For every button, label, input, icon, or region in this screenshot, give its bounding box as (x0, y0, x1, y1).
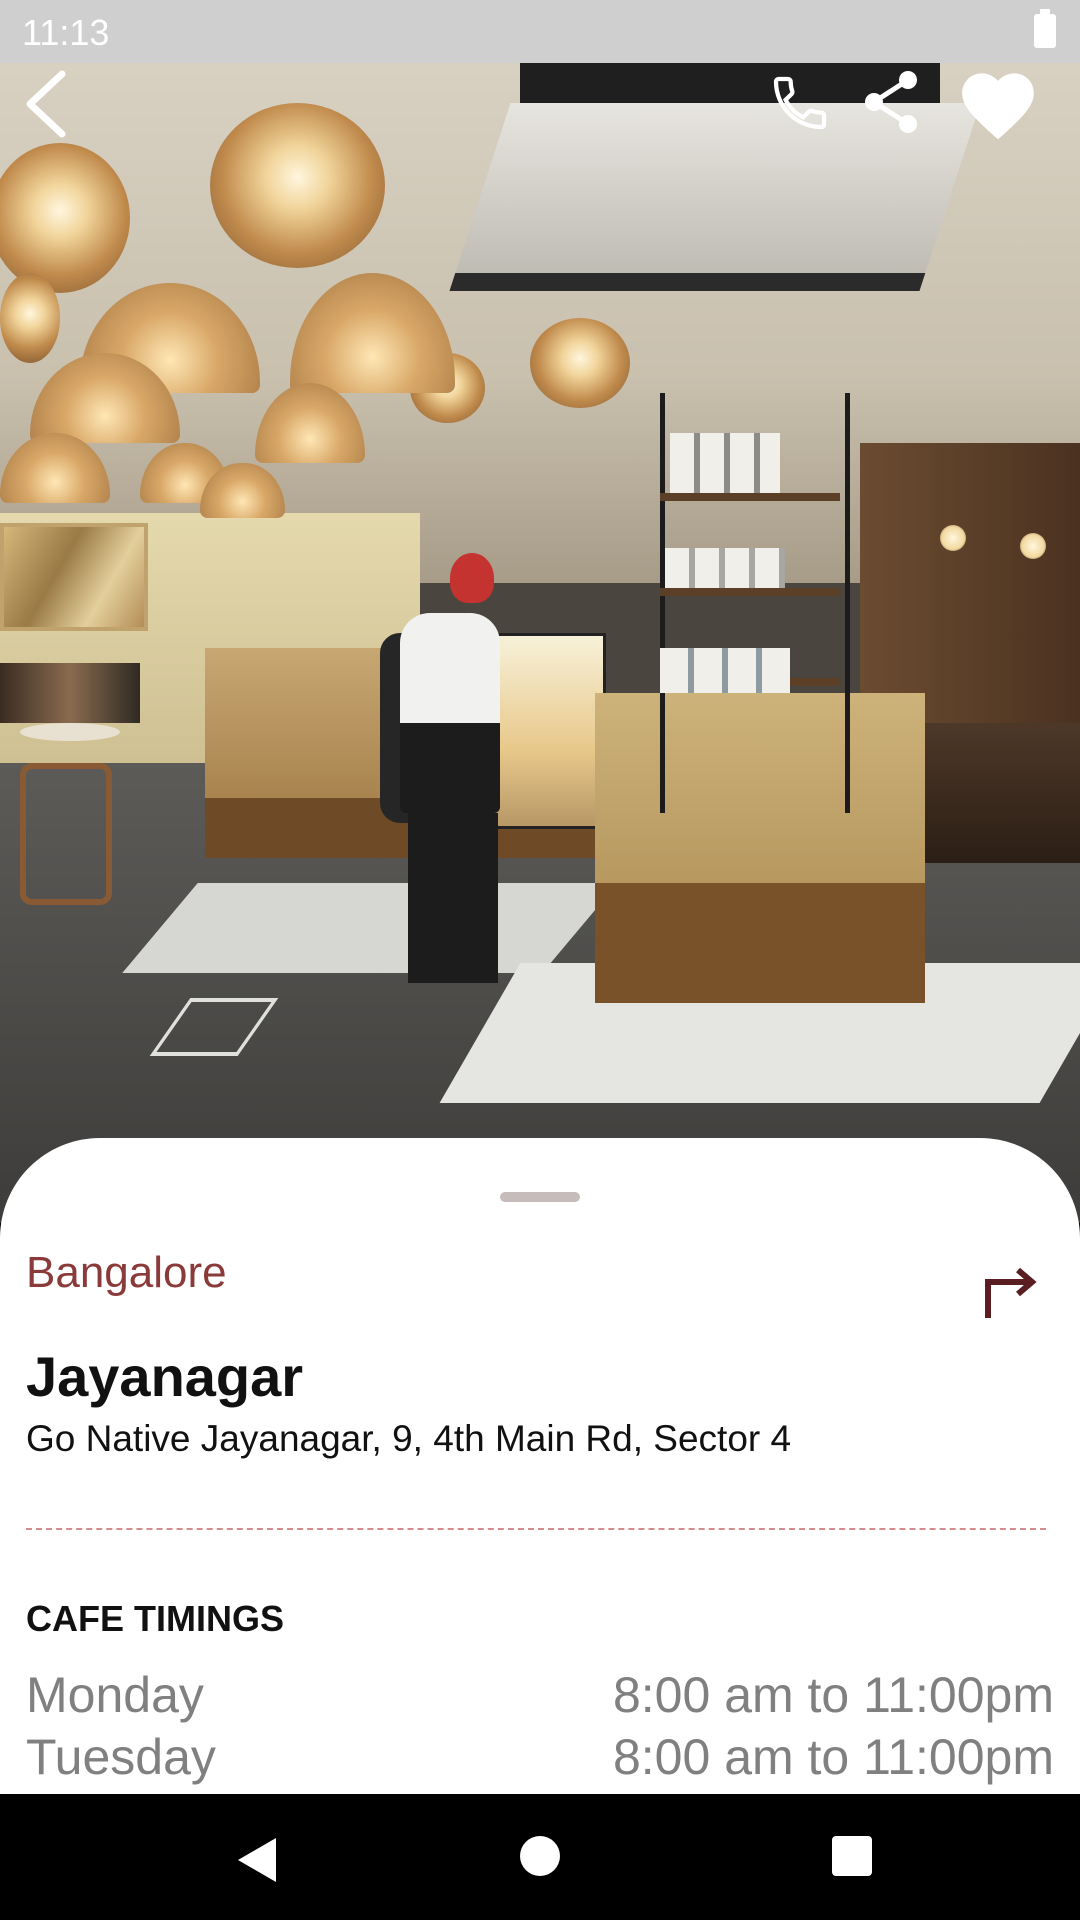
status-time: 11:13 (22, 12, 110, 53)
timing-hours: 8:00 am to 11:00pm (612, 1729, 1054, 1785)
status-bar: 11:13 (0, 0, 1080, 63)
share-button[interactable] (860, 66, 924, 138)
store-details-sheet: Bangalore Jayanagar Go Native Jayanagar,… (0, 1138, 1080, 1798)
divider (26, 1528, 1046, 1530)
call-button[interactable] (768, 68, 832, 138)
timing-row-monday: Monday 8:00 am to 11:00pm (26, 1666, 1054, 1723)
nav-home-icon[interactable] (520, 1836, 560, 1876)
heart-icon (962, 73, 1034, 140)
drag-handle[interactable] (500, 1192, 580, 1202)
nav-recents-icon[interactable] (832, 1836, 872, 1876)
store-address: Go Native Jayanagar, 9, 4th Main Rd, Sec… (26, 1418, 792, 1459)
timing-day: Monday (26, 1667, 204, 1723)
directions-button[interactable] (980, 1258, 1044, 1322)
timing-row-tuesday: Tuesday 8:00 am to 11:00pm (26, 1728, 1054, 1785)
favorite-button[interactable] (955, 62, 1041, 142)
timing-hours: 8:00 am to 11:00pm (612, 1667, 1054, 1723)
store-photo (0, 63, 1080, 1223)
nav-back-icon[interactable] (238, 1838, 276, 1882)
phone-icon (773, 76, 827, 130)
back-button[interactable] (20, 68, 80, 140)
store-city: Bangalore (26, 1248, 227, 1297)
timing-day: Tuesday (26, 1729, 216, 1785)
turn-right-arrow-icon (985, 1267, 1037, 1318)
system-nav-bar (0, 1794, 1080, 1920)
store-name: Jayanagar (26, 1345, 304, 1408)
timings-title: CAFE TIMINGS (26, 1598, 284, 1639)
battery-icon (1034, 9, 1056, 48)
chevron-left-icon (26, 70, 66, 138)
share-icon (865, 71, 917, 133)
